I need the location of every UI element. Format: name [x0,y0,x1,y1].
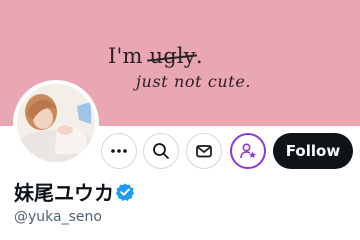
avatar[interactable] [13,80,99,166]
struck-word: ugly [149,44,196,68]
more-dots-icon [111,149,127,153]
verified-badge-icon[interactable] [115,182,135,202]
banner-line-2: just not cute. [136,72,252,91]
search-profile-button[interactable] [143,133,179,169]
avatar-photo [17,84,95,162]
display-name: 妹尾ユウカ [14,181,114,205]
banner-line-1: I'm ugly. [108,44,203,68]
user-handle: @yuka_seno [14,209,102,225]
subscribe-button[interactable] [230,133,266,169]
banner-text: I'm ugly. just not cute. [108,44,251,91]
more-options-button[interactable] [101,133,137,169]
follow-button[interactable]: Follow [273,133,353,169]
message-button[interactable] [186,133,222,169]
person-star-icon [240,143,256,159]
envelope-icon [196,145,212,158]
search-icon [153,143,169,159]
